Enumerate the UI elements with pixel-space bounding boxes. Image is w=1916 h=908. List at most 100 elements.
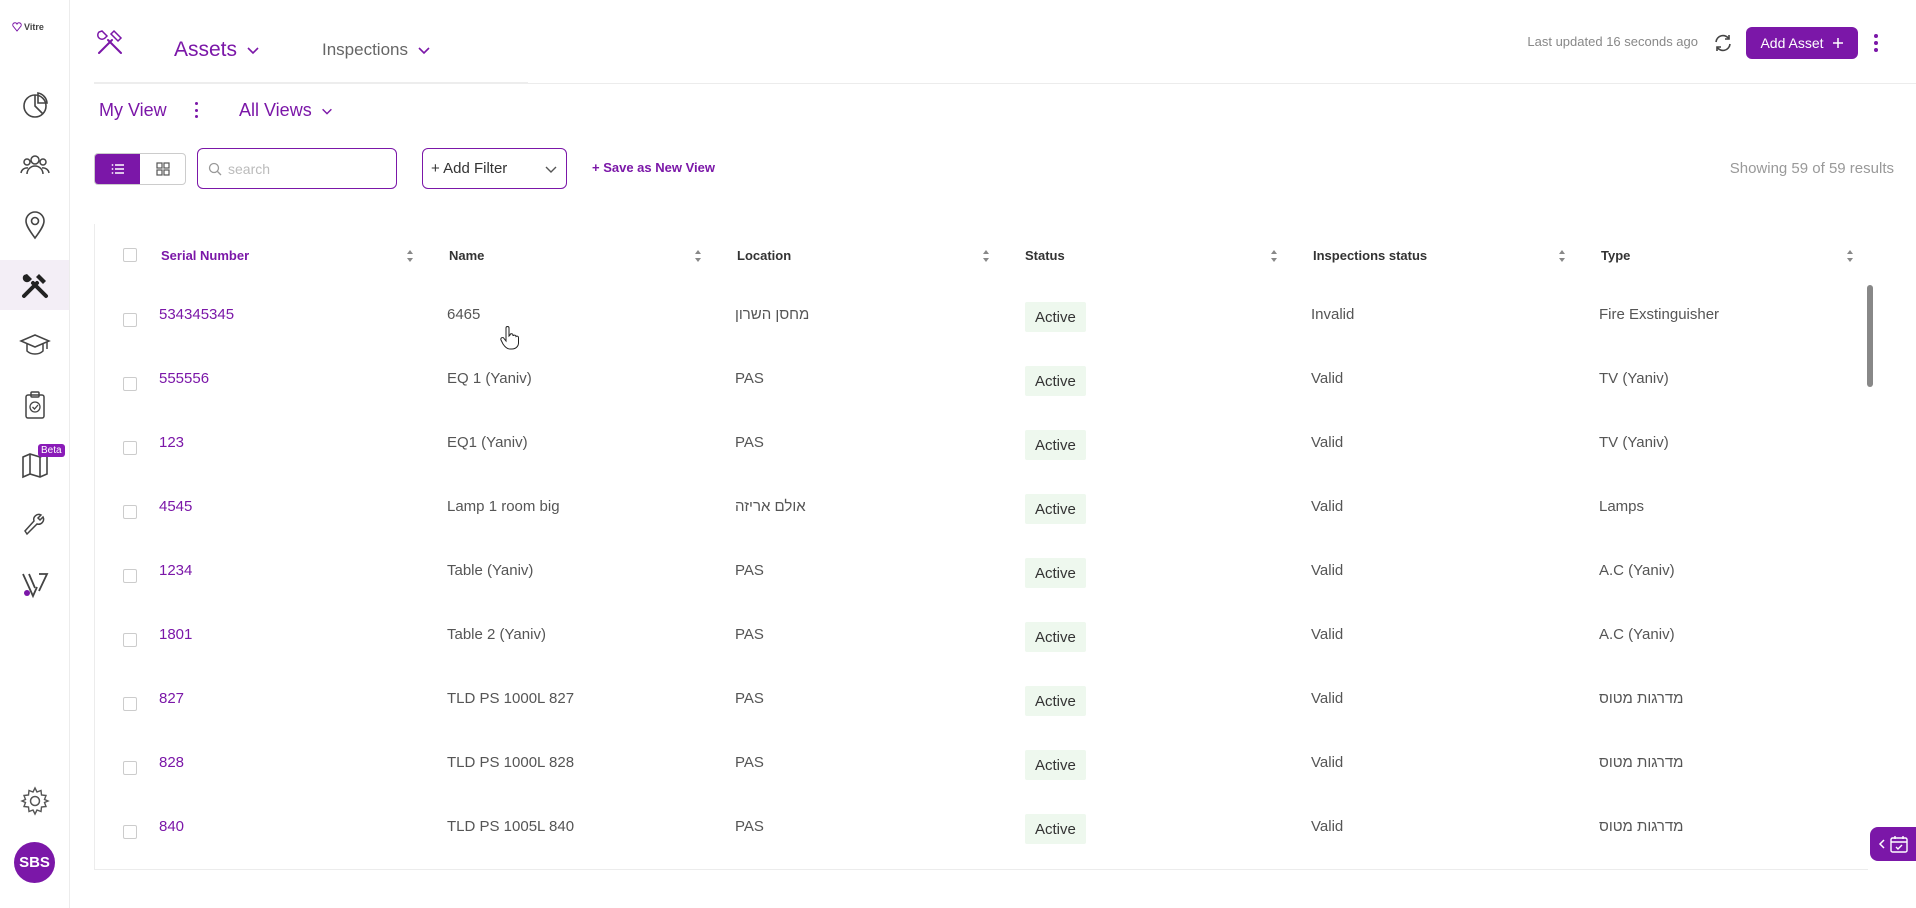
cell-type: מדרגות מטוס [1599,754,1684,771]
sidebar-item-vitre[interactable] [0,560,69,610]
calendar-check-icon [1889,836,1908,853]
row-checkbox[interactable] [123,825,137,839]
table-row[interactable]: 534345345 6465 מחסן השרון Active Invalid… [95,288,1868,352]
sidebar-item-maps[interactable]: Beta [0,440,69,490]
column-header-inspections-status[interactable]: Inspections status [1313,248,1427,263]
cell-location: PAS [735,370,764,387]
sidebar-item-assets[interactable] [0,260,69,310]
sort-icon[interactable] [1269,248,1279,264]
tab-underline [94,82,528,84]
row-checkbox[interactable] [123,569,137,583]
sidebar-item-training[interactable] [0,320,69,370]
cell-location: PAS [735,434,764,451]
status-badge: Active [1025,430,1086,460]
sort-icon[interactable] [693,248,703,264]
status-badge: Active [1025,750,1086,780]
table-row[interactable]: 555556 EQ 1 (Yaniv) PAS Active Valid TV … [95,352,1868,416]
sort-icon[interactable] [1845,248,1855,264]
cell-location: אולם אריזה [735,498,806,515]
status-badge: Active [1025,558,1086,588]
add-asset-button[interactable]: Add Asset [1746,27,1858,59]
column-header-status[interactable]: Status [1025,248,1065,263]
save-as-new-view-link[interactable]: + Save as New View [592,160,715,175]
cell-name: TLD PS 1000L 828 [447,754,575,771]
sort-icon[interactable] [405,248,415,264]
table-row[interactable]: 1234 Table (Yaniv) PAS Active Valid A.C … [95,544,1868,608]
sidebar-item-locations[interactable] [0,200,69,250]
cell-serial-number[interactable]: 828 [159,754,184,771]
cell-type: TV (Yaniv) [1599,370,1669,387]
table-scrollbar[interactable] [1867,285,1873,387]
cell-serial-number[interactable]: 4545 [159,498,192,515]
chevron-left-icon [1878,839,1885,849]
sidebar: Vitre Beta SBS [0,0,70,908]
my-view-link[interactable]: My View [99,100,167,121]
table-row[interactable]: 840 TLD PS 1005L 840 PAS Active Valid מד… [95,800,1868,864]
tools-icon [21,274,48,298]
cell-name: TLD PS 1000L 827 [447,690,575,707]
table-row[interactable]: 828 TLD PS 1000L 828 PAS Active Valid מד… [95,736,1868,800]
tab-assets-label: Assets [174,38,238,61]
table-row[interactable]: 827 TLD PS 1000L 827 PAS Active Valid מד… [95,672,1868,736]
table-row[interactable]: 123 EQ1 (Yaniv) PAS Active Valid TV (Yan… [95,416,1868,480]
cell-serial-number[interactable]: 1234 [159,562,192,579]
table-row[interactable]: 1801 Table 2 (Yaniv) PAS Active Valid A.… [95,608,1868,672]
row-checkbox[interactable] [123,441,137,455]
cell-inspections-status: Valid [1311,690,1344,707]
cell-type: TV (Yaniv) [1599,434,1669,451]
list-view-button[interactable] [95,154,140,184]
row-checkbox[interactable] [123,697,137,711]
sidebar-item-maintenance[interactable] [0,500,69,550]
sidebar-item-dashboard[interactable] [0,80,69,130]
header: Assets Inspections Last updated 16 secon… [94,0,1916,84]
avatar[interactable]: SBS [14,842,55,883]
column-header-location[interactable]: Location [737,248,791,263]
tab-assets[interactable]: Assets [174,38,261,62]
more-options-button[interactable] [1872,32,1880,54]
all-views-dropdown[interactable]: All Views [239,100,334,121]
users-icon [19,155,50,175]
tab-inspections[interactable]: Inspections [322,40,432,60]
cell-inspections-status: Invalid [1311,306,1355,323]
column-header-serial-number[interactable]: Serial Number [161,248,249,263]
status-badge: Active [1025,366,1086,396]
cell-inspections-status: Valid [1311,370,1344,387]
row-checkbox[interactable] [123,377,137,391]
select-all-checkbox[interactable] [123,248,137,262]
grid-view-button[interactable] [140,154,185,184]
table-row[interactable]: 4545 Lamp 1 room big אולם אריזה Active V… [95,480,1868,544]
refresh-icon[interactable] [1712,32,1734,54]
cell-location: PAS [735,818,764,835]
column-header-type[interactable]: Type [1601,248,1630,263]
sidebar-item-settings[interactable] [0,776,69,826]
row-checkbox[interactable] [123,505,137,519]
row-checkbox[interactable] [123,313,137,327]
row-checkbox[interactable] [123,761,137,775]
cell-serial-number[interactable]: 555556 [159,370,209,387]
tab-inspections-label: Inspections [322,40,408,59]
cell-serial-number[interactable]: 1801 [159,626,192,643]
search-input[interactable] [228,160,388,177]
map-pin-icon [24,211,45,240]
vitre-heart-icon [12,22,22,32]
sidebar-item-people[interactable] [0,140,69,190]
cell-inspections-status: Valid [1311,626,1344,643]
sort-icon[interactable] [981,248,991,264]
list-icon [111,164,124,174]
sort-icon[interactable] [1557,248,1567,264]
cell-serial-number[interactable]: 534345345 [159,306,234,323]
grid-icon [155,162,170,176]
row-checkbox[interactable] [123,633,137,647]
calendar-panel-toggle[interactable] [1870,827,1916,861]
cell-serial-number[interactable]: 123 [159,434,184,451]
last-updated-value: 16 seconds ago [1606,34,1698,49]
app-logo[interactable]: Vitre [12,22,44,32]
cell-type: A.C (Yaniv) [1599,562,1675,579]
cell-serial-number[interactable]: 827 [159,690,184,707]
column-header-name[interactable]: Name [449,248,484,263]
cell-serial-number[interactable]: 840 [159,818,184,835]
view-options-button[interactable] [195,102,199,118]
cell-inspections-status: Valid [1311,818,1344,835]
sidebar-item-checklists[interactable] [0,380,69,430]
add-filter-dropdown[interactable]: + Add Filter [422,148,567,189]
